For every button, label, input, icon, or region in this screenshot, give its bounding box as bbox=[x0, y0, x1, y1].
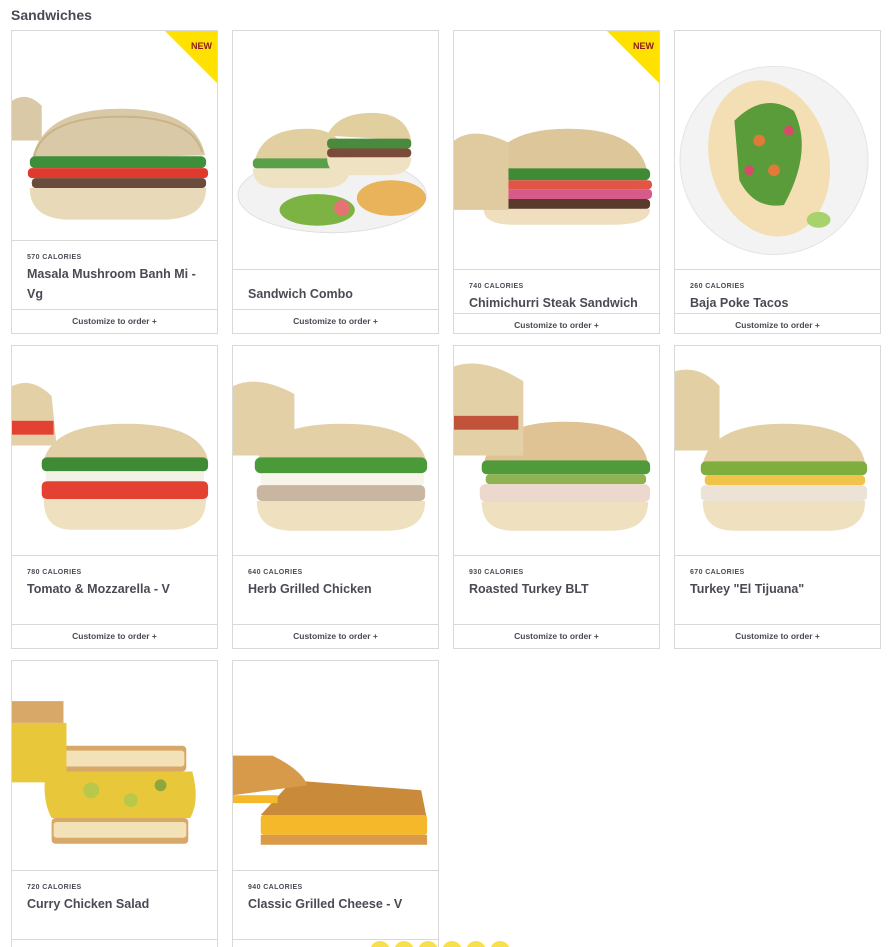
item-calories: 740 CALORIES bbox=[469, 283, 524, 290]
customize-button[interactable]: Customize to order + bbox=[454, 313, 659, 333]
item-info: 640 CALORIES Herb Grilled Chicken bbox=[233, 556, 438, 624]
menu-card[interactable]: 640 CALORIES Herb Grilled Chicken Custom… bbox=[232, 345, 439, 649]
new-badge-label: NEW bbox=[633, 41, 654, 51]
item-info: 570 CALORIES Masala Mushroom Banh Mi - V… bbox=[12, 241, 217, 309]
menu-card[interactable]: 720 CALORIES Curry Chicken Salad Customi… bbox=[11, 660, 218, 947]
item-photo bbox=[233, 661, 438, 871]
item-photo bbox=[675, 346, 880, 556]
menu-card[interactable]: 780 CALORIES Tomato & Mozzarella - V Cus… bbox=[11, 345, 218, 649]
item-info: Sandwich Combo bbox=[233, 270, 438, 309]
section-title: Sandwiches bbox=[11, 7, 92, 23]
item-photo bbox=[12, 346, 217, 556]
menu-card[interactable]: NEW 740 CALORIES Chimichurri Steak Sandw… bbox=[453, 30, 660, 334]
item-name: Chimichurri Steak Sandwich bbox=[469, 296, 638, 310]
menu-card[interactable]: 670 CALORIES Turkey "El Tijuana" Customi… bbox=[674, 345, 881, 649]
item-info: 940 CALORIES Classic Grilled Cheese - V bbox=[233, 871, 438, 939]
customize-button[interactable]: Customize to order + bbox=[12, 939, 217, 947]
item-calories: 640 CALORIES bbox=[248, 569, 303, 576]
item-info: 260 CALORIES Baja Poke Tacos bbox=[675, 270, 880, 313]
page-dot[interactable] bbox=[442, 941, 462, 947]
item-name: Baja Poke Tacos bbox=[690, 296, 789, 310]
menu-card[interactable]: 260 CALORIES Baja Poke Tacos Customize t… bbox=[674, 30, 881, 334]
item-info: 740 CALORIES Chimichurri Steak Sandwich bbox=[454, 270, 659, 313]
item-name: Sandwich Combo bbox=[248, 287, 353, 301]
item-photo bbox=[454, 346, 659, 556]
item-calories: 930 CALORIES bbox=[469, 569, 524, 576]
page-dot[interactable] bbox=[418, 941, 438, 947]
item-name: Herb Grilled Chicken bbox=[248, 582, 372, 596]
item-name: Tomato & Mozzarella - V bbox=[27, 582, 170, 596]
customize-button[interactable]: Customize to order + bbox=[233, 309, 438, 333]
customize-button[interactable]: Customize to order + bbox=[233, 624, 438, 648]
item-photo: NEW bbox=[454, 31, 659, 270]
new-badge: NEW bbox=[165, 31, 217, 83]
item-name: Turkey "El Tijuana" bbox=[690, 582, 805, 596]
menu-grid: NEW 570 CALORIES Masala Mushroom Banh Mi… bbox=[11, 30, 881, 947]
customize-button[interactable]: Customize to order + bbox=[675, 313, 880, 333]
item-name: Roasted Turkey BLT bbox=[469, 582, 589, 596]
menu-card[interactable]: Sandwich Combo Customize to order + bbox=[232, 30, 439, 334]
page-dot[interactable] bbox=[370, 941, 390, 947]
menu-card[interactable]: NEW 570 CALORIES Masala Mushroom Banh Mi… bbox=[11, 30, 218, 334]
customize-button[interactable]: Customize to order + bbox=[454, 624, 659, 648]
item-name: Masala Mushroom Banh Mi - Vg bbox=[27, 267, 196, 301]
new-badge: NEW bbox=[607, 31, 659, 83]
item-calories: 780 CALORIES bbox=[27, 569, 82, 576]
item-photo bbox=[12, 661, 217, 871]
menu-card[interactable]: 940 CALORIES Classic Grilled Cheese - V … bbox=[232, 660, 439, 947]
customize-button[interactable]: Customize to order + bbox=[675, 624, 880, 648]
item-calories: 570 CALORIES bbox=[27, 254, 82, 261]
page-dot[interactable] bbox=[466, 941, 486, 947]
item-calories: 260 CALORIES bbox=[690, 283, 745, 290]
item-photo bbox=[675, 31, 880, 270]
item-info: 780 CALORIES Tomato & Mozzarella - V bbox=[12, 556, 217, 624]
item-info: 670 CALORIES Turkey "El Tijuana" bbox=[675, 556, 880, 624]
page-dot[interactable] bbox=[394, 941, 414, 947]
new-badge-label: NEW bbox=[191, 41, 212, 51]
item-calories: 720 CALORIES bbox=[27, 884, 82, 891]
item-calories: 670 CALORIES bbox=[690, 569, 745, 576]
item-photo: NEW bbox=[12, 31, 217, 241]
menu-card[interactable]: 930 CALORIES Roasted Turkey BLT Customiz… bbox=[453, 345, 660, 649]
customize-button[interactable]: Customize to order + bbox=[12, 624, 217, 648]
pagination bbox=[370, 941, 510, 947]
item-name: Curry Chicken Salad bbox=[27, 897, 150, 911]
customize-button[interactable]: Customize to order + bbox=[12, 309, 217, 333]
item-name: Classic Grilled Cheese - V bbox=[248, 897, 403, 911]
item-calories: 940 CALORIES bbox=[248, 884, 303, 891]
item-info: 720 CALORIES Curry Chicken Salad bbox=[12, 871, 217, 939]
item-photo bbox=[233, 346, 438, 556]
page-dot[interactable] bbox=[490, 941, 510, 947]
item-info: 930 CALORIES Roasted Turkey BLT bbox=[454, 556, 659, 624]
item-photo bbox=[233, 31, 438, 270]
